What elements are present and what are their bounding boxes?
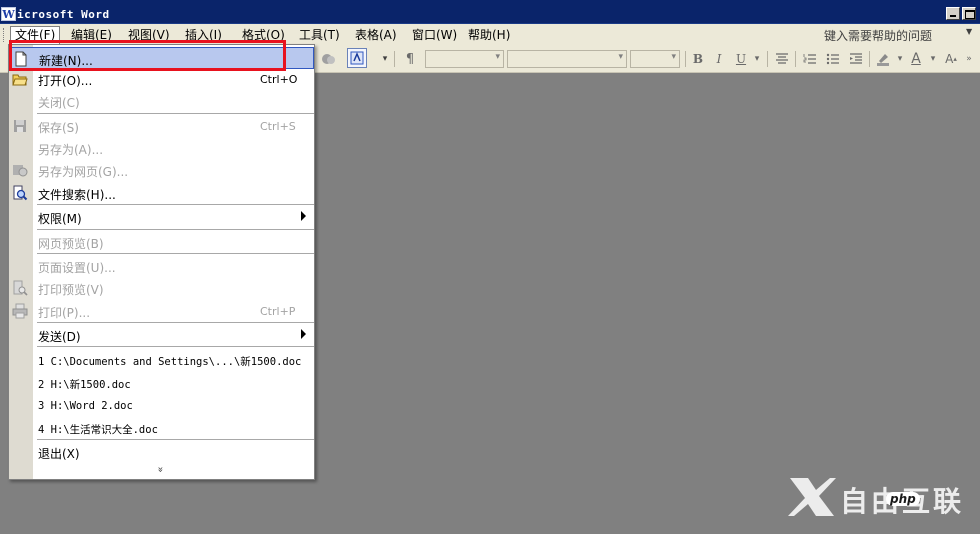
recent-file-item[interactable]: 3 H:\Word 2.doc (9, 395, 314, 417)
menu-item-label: 退出(X) (38, 447, 80, 461)
menu-separator (37, 229, 314, 230)
bold-button[interactable]: B (690, 50, 706, 68)
highlight-callout (9, 40, 286, 71)
insert-hyperlink-button[interactable] (347, 48, 367, 68)
print-preview-icon (12, 280, 28, 296)
watermark: 自由互联 php (786, 474, 972, 522)
save-icon (12, 118, 28, 134)
highlight-dropdown-icon[interactable]: ▾ (895, 50, 905, 68)
submenu-arrow-icon (301, 211, 306, 221)
research-icon[interactable] (318, 50, 338, 68)
title-bar: W icrosoft Word (0, 0, 980, 24)
recent-file-item[interactable]: 4 H:\生活常识大全.doc (9, 417, 314, 439)
menu-item-label: 打开(O)... (38, 74, 93, 88)
watermark-badge: php (886, 492, 920, 506)
recent-file-label: 1 C:\Documents and Settings\...\新1500.do… (38, 356, 302, 368)
menu-item-print[interactable]: 打印(P)... Ctrl+P (9, 300, 314, 322)
menu-separator (37, 253, 314, 254)
menu-item-exit[interactable]: 退出(X) (9, 441, 314, 463)
help-dropdown-icon[interactable]: ▼ (966, 27, 972, 36)
minimize-button[interactable] (946, 7, 960, 20)
menu-tools[interactable]: 工具(T) (295, 27, 344, 44)
help-search-input[interactable]: 键入需要帮助的问题 (824, 27, 932, 44)
menu-item-label: 打印预览(V) (38, 283, 104, 297)
menu-item-label: 文件搜索(H)... (38, 188, 116, 202)
menu-separator (37, 322, 314, 323)
bullets-icon[interactable] (824, 50, 842, 68)
underline-dropdown-icon[interactable]: ▾ (752, 50, 762, 68)
menu-item-save[interactable]: 保存(S) Ctrl+S (9, 115, 314, 137)
menu-item-label: 打印(P)... (38, 306, 91, 320)
menu-item-print-preview[interactable]: 打印预览(V) (9, 277, 314, 299)
highlight-icon[interactable] (874, 50, 892, 68)
italic-button[interactable]: I (711, 50, 727, 68)
menu-separator (37, 113, 314, 114)
recent-file-label: 3 H:\Word 2.doc (38, 400, 133, 412)
styles-icon[interactable]: ¶ (400, 50, 420, 68)
watermark-logo-icon (788, 478, 836, 516)
menu-item-shortcut: Ctrl+P (260, 305, 296, 318)
align-icon[interactable] (773, 50, 791, 68)
recent-file-label: 4 H:\生活常识大全.doc (38, 424, 158, 436)
file-search-icon (12, 185, 28, 201)
menu-item-label: 关闭(C) (38, 96, 80, 110)
recent-file-item[interactable]: 2 H:\新1500.doc (9, 372, 314, 394)
font-color-dropdown-icon[interactable]: ▾ (928, 50, 938, 68)
menu-item-label: 页面设置(U)... (38, 261, 116, 275)
menu-item-web-preview[interactable]: 网页预览(B) (9, 231, 314, 253)
grow-font-icon[interactable]: A ▴ (942, 50, 960, 68)
submenu-arrow-icon (301, 329, 306, 339)
menu-item-save-as-web[interactable]: 另存为网页(G)... (9, 159, 314, 181)
menu-separator (37, 346, 314, 347)
menu-item-label: 保存(S) (38, 121, 79, 135)
menu-help[interactable]: 帮助(H) (464, 27, 514, 44)
open-folder-icon (12, 71, 28, 87)
menu-separator (37, 204, 314, 205)
menu-separator (37, 439, 314, 440)
font-color-button[interactable]: A (907, 50, 925, 68)
expand-menu-chevron-icon[interactable]: » (155, 466, 166, 472)
font-combo[interactable] (507, 50, 627, 68)
style-combo[interactable] (425, 50, 504, 68)
indent-icon[interactable] (847, 50, 865, 68)
menu-item-label: 权限(M) (38, 212, 82, 226)
recent-file-label: 2 H:\新1500.doc (38, 379, 131, 391)
menu-item-close[interactable]: 关闭(C) (9, 90, 314, 112)
menu-item-save-as[interactable]: 另存为(A)... (9, 137, 314, 159)
menu-window[interactable]: 窗口(W) (408, 27, 461, 44)
menu-item-permission[interactable]: 权限(M) (9, 206, 314, 228)
menu-item-label: 网页预览(B) (38, 237, 104, 251)
menu-item-send[interactable]: 发送(D) (9, 324, 314, 346)
menu-item-shortcut: Ctrl+O (260, 73, 298, 86)
menu-item-file-search[interactable]: 文件搜索(H)... (9, 182, 314, 204)
toolbar-more-icon[interactable]: » (962, 50, 976, 68)
menu-item-label: 另存为(A)... (38, 143, 104, 157)
menu-item-page-setup[interactable]: 页面设置(U)... (9, 255, 314, 277)
window-title: icrosoft Word (17, 8, 110, 21)
menu-item-shortcut: Ctrl+S (260, 120, 296, 133)
menubar-grip-icon[interactable] (3, 28, 6, 42)
word-logo-icon: W (1, 7, 16, 21)
file-menu-dropdown: 新建(N)... 打开(O)... Ctrl+O 关闭(C) 保存(S) Ctr… (8, 44, 315, 480)
maximize-button[interactable] (962, 7, 976, 20)
toolbar-options-icon[interactable]: ▾ (379, 50, 391, 68)
underline-button[interactable]: U (733, 50, 749, 68)
menu-item-label: 另存为网页(G)... (38, 165, 129, 179)
menu-item-label: 发送(D) (38, 330, 81, 344)
font-size-combo[interactable] (630, 50, 680, 68)
menu-table[interactable]: 表格(A) (351, 27, 401, 44)
numbering-icon[interactable] (801, 50, 819, 68)
print-icon (12, 303, 28, 319)
menu-item-open[interactable]: 打开(O)... Ctrl+O (9, 68, 314, 90)
recent-file-item[interactable]: 1 C:\Documents and Settings\...\新1500.do… (9, 349, 314, 371)
save-as-web-icon (12, 162, 28, 178)
